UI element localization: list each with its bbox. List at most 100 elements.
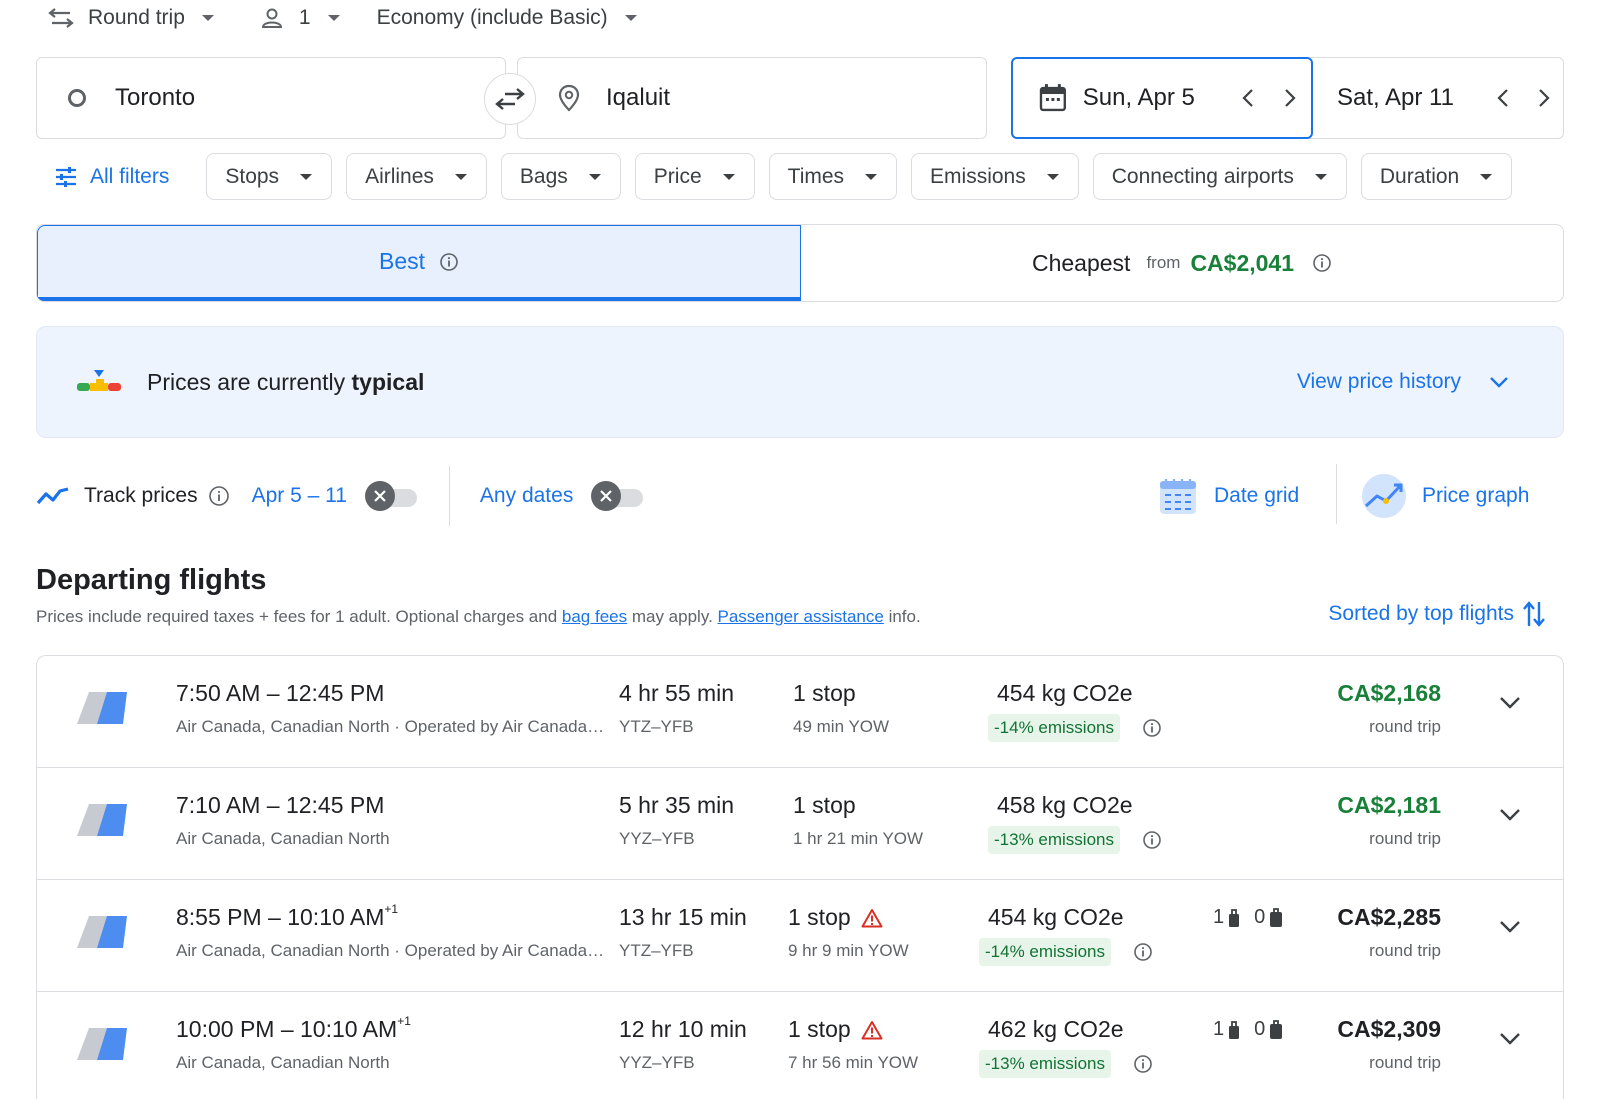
flight-times-text: 7:10 AM – 12:45 PM [176,792,385,818]
destination-field[interactable]: Iqaluit [517,57,987,139]
chevron-down-icon [1500,1033,1520,1045]
expand-details-button[interactable] [1499,808,1521,822]
flight-times-text: 10:00 PM – 10:10 AM [176,1016,398,1042]
return-next-day-button[interactable] [1524,77,1565,119]
info-icon[interactable] [1133,942,1153,962]
price-insight-banner: Prices are currently typical View price … [36,326,1564,438]
expand-details-button[interactable] [1499,1032,1521,1046]
passengers-select[interactable]: 1 [261,6,341,30]
co2-estimate: 454 kg CO2e [988,904,1124,930]
filter-chip-times[interactable]: Times [768,153,898,200]
info-icon[interactable] [439,252,459,272]
plus-day-marker: +1 [397,1014,411,1028]
info-icon[interactable] [1133,1054,1153,1074]
filter-chip-connecting-airports[interactable]: Connecting airports [1092,153,1347,200]
date-grid-button[interactable]: Date grid [1158,468,1299,524]
flight-route: YTZ–YFB [619,941,694,960]
filter-bar: All filters Stops Airlines Bags Price Times E… [36,153,1526,200]
flight-row[interactable]: 8:55 PM – 10:10 AM+1 Air Canada, Canadian… [37,880,1563,992]
co2-estimate: 462 kg CO2e [988,1016,1124,1042]
trending-icon [36,487,69,505]
tab-best[interactable]: Best [37,225,801,301]
emissions-info[interactable] [1133,1054,1153,1074]
chevron-right-icon [1285,89,1296,107]
airline-logo [75,1026,129,1062]
bag-allowance: 10 [1213,1018,1289,1041]
emissions-badge: -13% emissions [979,1050,1111,1078]
flight-times: 7:10 AM – 12:45 PM [176,792,384,819]
return-prev-day-button[interactable] [1482,77,1523,119]
departing-flights-heading: Departing flights [36,564,267,596]
flight-duration: 13 hr 15 min [619,904,747,930]
swap-arrows-icon [48,7,74,29]
stop-count-text: 1 stop [793,792,856,818]
info-icon[interactable] [1312,253,1332,273]
any-dates-toggle[interactable] [591,481,645,511]
emissions-info[interactable] [1142,718,1162,738]
expand-details-button[interactable] [1499,696,1521,710]
info-icon[interactable] [1142,718,1162,738]
emissions-info[interactable] [1142,830,1162,850]
price-insight-message: Prices are currently typical [147,369,424,396]
price-graph-icon [1362,474,1406,518]
caret-down-icon [327,15,340,21]
filter-chip-label: Emissions [930,164,1026,188]
filter-chip-emissions[interactable]: Emissions [911,153,1079,200]
stop-count: 1 stop [793,792,856,819]
track-dates-toggle[interactable] [364,481,419,511]
trip-type-select[interactable]: Round trip [48,6,215,30]
info-icon[interactable] [208,485,230,507]
emissions-badge: -14% emissions [979,938,1111,966]
chevron-down-icon [1500,921,1520,933]
airline-logo-icon [77,916,127,948]
flight-row[interactable]: 10:00 PM – 10:10 AM+1 Air Canada, Canadia… [37,992,1563,1099]
layover-info: 7 hr 56 min YOW [788,1053,919,1072]
layover-info: 1 hr 21 min YOW [793,829,924,848]
origin-circle-icon [68,89,86,107]
flight-results-list: 7:50 AM – 12:45 PM Air Canada, Canadian N… [36,655,1564,1099]
flight-times: 10:00 PM – 10:10 AM+1 [176,1014,411,1043]
expand-details-button[interactable] [1499,920,1521,934]
swap-locations-button[interactable] [484,73,536,125]
tab-cheapest[interactable]: Cheapest from CA$2,041 [801,225,1563,301]
sort-button[interactable]: Sorted by top flights [1328,600,1546,628]
flight-duration: 5 hr 35 min [619,792,735,818]
origin-field[interactable]: Toronto [36,57,506,139]
price-level-icon [77,370,121,391]
info-icon[interactable] [1142,830,1162,850]
filter-chip-stops[interactable]: Stops [206,153,333,200]
all-filters-button[interactable]: All filters [54,165,169,189]
filter-chip-price[interactable]: Price [634,153,755,200]
flight-row[interactable]: 7:10 AM – 12:45 PM Air Canada, Canadian N… [37,768,1563,880]
filter-chip-airlines[interactable]: Airlines [346,153,487,200]
filter-chip-label: Connecting airports [1111,164,1294,188]
checked-bag-count: 0 [1254,906,1266,928]
carry-on-bag-icon [1229,908,1240,927]
flight-duration: 4 hr 55 min [619,680,735,706]
stop-count-text: 1 stop [788,904,851,930]
price-graph-button[interactable]: Price graph [1360,468,1529,524]
departure-date-field[interactable]: Sun, Apr 5 [1011,57,1313,139]
sort-tabs: Best Cheapest from CA$2,041 [36,224,1564,302]
passenger-assistance-link[interactable]: Passenger assistance [718,607,884,626]
view-price-history-button[interactable]: View price history [1297,370,1509,394]
filter-chip-bags[interactable]: Bags [500,153,621,200]
bag-fees-link[interactable]: bag fees [562,607,627,626]
flight-route: YYZ–YFB [619,829,695,848]
sort-arrows-icon [1523,601,1545,627]
filter-chip-label: Price [653,164,702,188]
cabin-class-select[interactable]: Economy (include Basic) [377,6,638,30]
departure-prev-day-button[interactable] [1228,77,1270,119]
note-prefix: Prices include required taxes + fees for… [36,607,562,626]
return-date-field[interactable]: Sat, Apr 11 [1313,58,1565,138]
tab-best-label: Best [378,248,426,274]
departure-next-day-button[interactable] [1269,77,1311,119]
filter-chip-label: Stops [225,164,280,188]
flight-row[interactable]: 7:50 AM – 12:45 PM Air Canada, Canadian N… [37,656,1563,768]
insight-prefix: Prices are currently [147,368,352,395]
emissions-info[interactable] [1133,942,1153,962]
filter-chip-duration[interactable]: Duration [1360,153,1513,200]
emissions-badge: -14% emissions [988,714,1120,742]
caret-down-icon [1046,173,1059,180]
stop-count-text: 1 stop [793,680,856,706]
